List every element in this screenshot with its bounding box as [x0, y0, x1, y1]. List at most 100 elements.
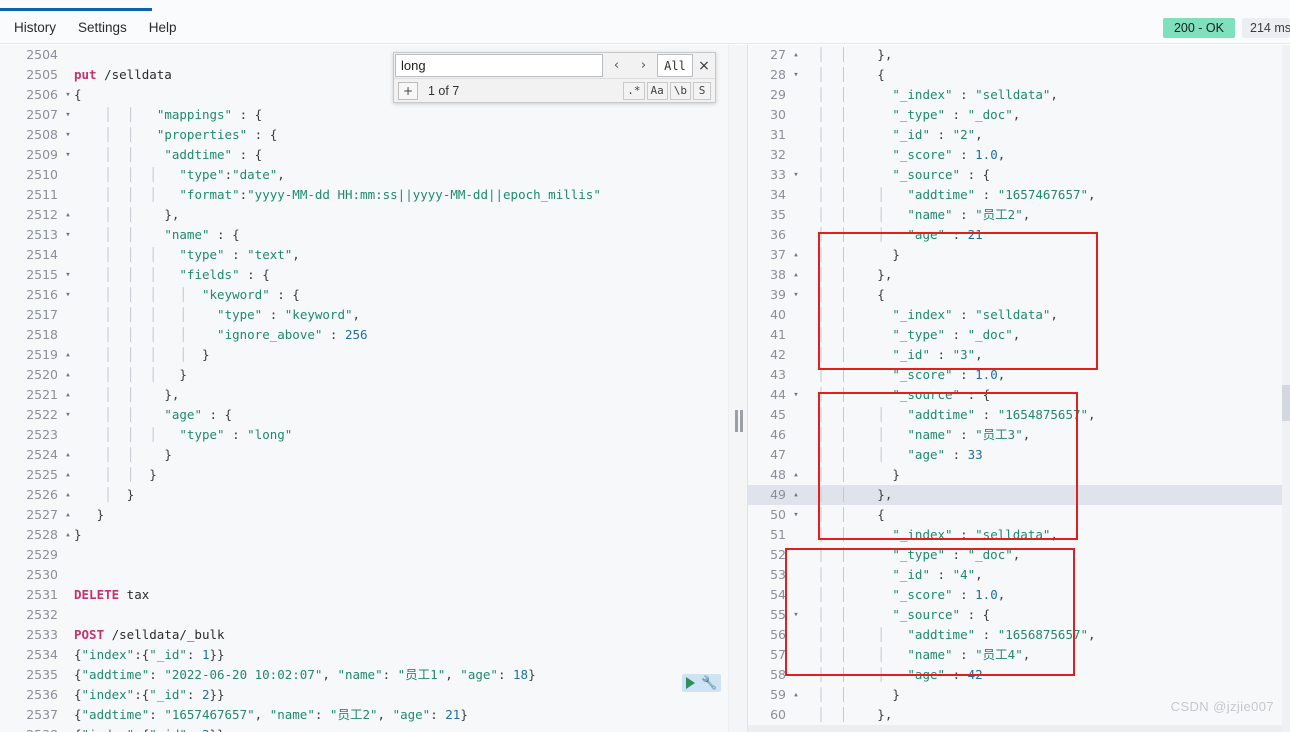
fold-toggle-icon[interactable]: ▴ — [62, 505, 74, 525]
code-line[interactable]: 2535 {"addtime": "2022-06-20 10:02:07", "… — [0, 665, 728, 685]
code-line[interactable]: 48 ▴ │ │ } — [748, 465, 1290, 485]
code-line[interactable]: 2516 ▾ │ │ │ │ "keyword" : { — [0, 285, 728, 305]
fold-toggle-icon[interactable]: ▾ — [790, 505, 802, 525]
code-line[interactable]: 50 ▾ │ │ { — [748, 505, 1290, 525]
code-line[interactable]: 46 │ │ │ "name" : "员工3", — [748, 425, 1290, 445]
close-icon[interactable]: × — [693, 54, 715, 77]
code-line[interactable]: 2507 ▾ │ │ "mappings" : { — [0, 105, 728, 125]
code-line[interactable]: 2537 {"addtime": "1657467657", "name": "员… — [0, 705, 728, 725]
code-line[interactable]: 51 │ │ "_index" : "selldata", — [748, 525, 1290, 545]
fold-toggle-icon[interactable]: ▾ — [790, 385, 802, 405]
fold-toggle-icon[interactable]: ▾ — [62, 265, 74, 285]
code-line[interactable]: 2524 ▴ │ │ } — [0, 445, 728, 465]
code-line[interactable]: 2531 DELETE tax — [0, 585, 728, 605]
menu-item-settings[interactable]: Settings — [67, 16, 138, 40]
code-line[interactable]: 49 ▴ │ │ }, — [748, 485, 1290, 505]
code-line[interactable]: 35 │ │ │ "name" : "员工2", — [748, 205, 1290, 225]
code-line[interactable]: 2532 — [0, 605, 728, 625]
fold-toggle-icon[interactable]: ▾ — [790, 165, 802, 185]
code-line[interactable]: 38 ▴ │ │ }, — [748, 265, 1290, 285]
code-line[interactable]: 43 │ │ "_score" : 1.0, — [748, 365, 1290, 385]
request-editor-pane[interactable]: 2504 2505 put /selldata 2506 ▾{2507 ▾ │ │ "ma… — [0, 45, 728, 732]
code-line[interactable]: 37 ▴ │ │ } — [748, 245, 1290, 265]
fold-toggle-icon[interactable]: ▴ — [790, 245, 802, 265]
fold-toggle-icon[interactable]: ▾ — [790, 285, 802, 305]
response-vertical-scrollbar[interactable] — [1282, 45, 1290, 732]
code-line[interactable]: 2520 ▴ │ │ │ } — [0, 365, 728, 385]
find-flag-wholeword[interactable]: \b — [669, 81, 691, 100]
code-line[interactable]: 34 │ │ │ "addtime" : "1657467657", — [748, 185, 1290, 205]
code-line[interactable]: 27 ▴ │ │ }, — [748, 45, 1290, 65]
code-line[interactable]: 55 ▾ │ │ "_source" : { — [748, 605, 1290, 625]
fold-toggle-icon[interactable]: ▴ — [62, 385, 74, 405]
fold-toggle-icon[interactable]: ▴ — [790, 485, 802, 505]
fold-toggle-icon[interactable]: ▴ — [790, 465, 802, 485]
play-icon[interactable] — [686, 677, 695, 689]
code-line[interactable]: 2528 ▴} — [0, 525, 728, 545]
splitter-grip-icon[interactable] — [735, 410, 743, 432]
find-flag-matchcase[interactable]: Aa — [646, 81, 668, 100]
fold-toggle-icon[interactable]: ▴ — [790, 685, 802, 705]
code-line[interactable]: 2510 │ │ │ "type":"date", — [0, 165, 728, 185]
code-line[interactable]: 2533 POST /selldata/_bulk — [0, 625, 728, 645]
code-line[interactable]: 2519 ▴ │ │ │ │ } — [0, 345, 728, 365]
code-line[interactable]: 2513 ▾ │ │ "name" : { — [0, 225, 728, 245]
code-line[interactable]: 30 │ │ "_type" : "_doc", — [748, 105, 1290, 125]
fold-toggle-icon[interactable]: ▴ — [62, 525, 74, 545]
code-line[interactable]: 31 │ │ "_id" : "2", — [748, 125, 1290, 145]
code-line[interactable]: 57 │ │ │ "name" : "员工4", — [748, 645, 1290, 665]
code-line[interactable]: 2515 ▾ │ │ │ "fields" : { — [0, 265, 728, 285]
fold-toggle-icon[interactable]: ▾ — [790, 65, 802, 85]
code-line[interactable]: 2536 {"index":{"_id": 2}} — [0, 685, 728, 705]
code-line[interactable]: 2511 │ │ │ "format":"yyyy-MM-dd HH:mm:ss… — [0, 185, 728, 205]
wrench-icon[interactable]: 🔧 — [701, 676, 717, 690]
fold-toggle-icon[interactable]: ▴ — [62, 365, 74, 385]
code-line[interactable]: 2512 ▴ │ │ }, — [0, 205, 728, 225]
fold-toggle-icon[interactable]: ▴ — [790, 265, 802, 285]
code-line[interactable]: 2509 ▾ │ │ "addtime" : { — [0, 145, 728, 165]
code-line[interactable]: 28 ▾ │ │ { — [748, 65, 1290, 85]
response-scrollbar-thumb[interactable] — [1282, 385, 1290, 421]
response-viewer-code[interactable]: 27 ▴ │ │ }, 28 ▾ │ │ {29 │ │ "_index" : "se… — [748, 45, 1290, 732]
fold-toggle-icon[interactable]: ▾ — [62, 285, 74, 305]
find-next-button[interactable]: › — [630, 54, 657, 77]
code-line[interactable]: 29 │ │ "_index" : "selldata", — [748, 85, 1290, 105]
code-line[interactable]: 53 │ │ "_id" : "4", — [748, 565, 1290, 585]
code-line[interactable]: 2518 │ │ │ │ "ignore_above" : 256 — [0, 325, 728, 345]
find-input[interactable] — [395, 54, 603, 77]
fold-toggle-icon[interactable]: ▴ — [62, 445, 74, 465]
menu-item-history[interactable]: History — [3, 16, 67, 40]
code-line[interactable]: 52 │ │ "_type" : "_doc", — [748, 545, 1290, 565]
code-line[interactable]: 2534 {"index":{"_id": 1}} — [0, 645, 728, 665]
find-expand-button[interactable]: + — [398, 81, 418, 100]
code-line[interactable]: 39 ▾ │ │ { — [748, 285, 1290, 305]
active-tab-indicator[interactable] — [0, 8, 152, 11]
code-line[interactable]: 2521 ▴ │ │ }, — [0, 385, 728, 405]
fold-toggle-icon[interactable]: ▴ — [790, 45, 802, 65]
code-line[interactable]: 36 │ │ │ "age" : 21 — [748, 225, 1290, 245]
find-flag-regex[interactable]: .* — [623, 81, 645, 100]
find-flag-scope[interactable]: S — [693, 81, 711, 100]
code-line[interactable]: 2538 {"index":{"_id": 3}} — [0, 725, 728, 732]
pane-splitter[interactable] — [728, 45, 748, 732]
code-line[interactable]: 47 │ │ │ "age" : 33 — [748, 445, 1290, 465]
code-line[interactable]: 56 │ │ │ "addtime" : "1656875657", — [748, 625, 1290, 645]
code-line[interactable]: 2523 │ │ │ "type" : "long" — [0, 425, 728, 445]
code-line[interactable]: 42 │ │ "_id" : "3", — [748, 345, 1290, 365]
code-line[interactable]: 2527 ▴ } — [0, 505, 728, 525]
fold-toggle-icon[interactable]: ▾ — [62, 225, 74, 245]
response-horizontal-scrollbar[interactable] — [748, 725, 1282, 732]
fold-toggle-icon[interactable]: ▾ — [790, 605, 802, 625]
fold-toggle-icon[interactable]: ▴ — [62, 345, 74, 365]
code-line[interactable]: 54 │ │ "_score" : 1.0, — [748, 585, 1290, 605]
find-all-button[interactable]: All — [657, 54, 693, 77]
fold-toggle-icon[interactable]: ▾ — [62, 105, 74, 125]
fold-toggle-icon[interactable]: ▾ — [62, 405, 74, 425]
fold-toggle-icon[interactable]: ▴ — [62, 205, 74, 225]
code-line[interactable]: 2530 — [0, 565, 728, 585]
code-line[interactable]: 45 │ │ │ "addtime" : "1654875657", — [748, 405, 1290, 425]
code-line[interactable]: 40 │ │ "_index" : "selldata", — [748, 305, 1290, 325]
fold-toggle-icon[interactable]: ▴ — [62, 485, 74, 505]
code-line[interactable]: 44 ▾ │ │ "_source" : { — [748, 385, 1290, 405]
code-line[interactable]: 2517 │ │ │ │ "type" : "keyword", — [0, 305, 728, 325]
